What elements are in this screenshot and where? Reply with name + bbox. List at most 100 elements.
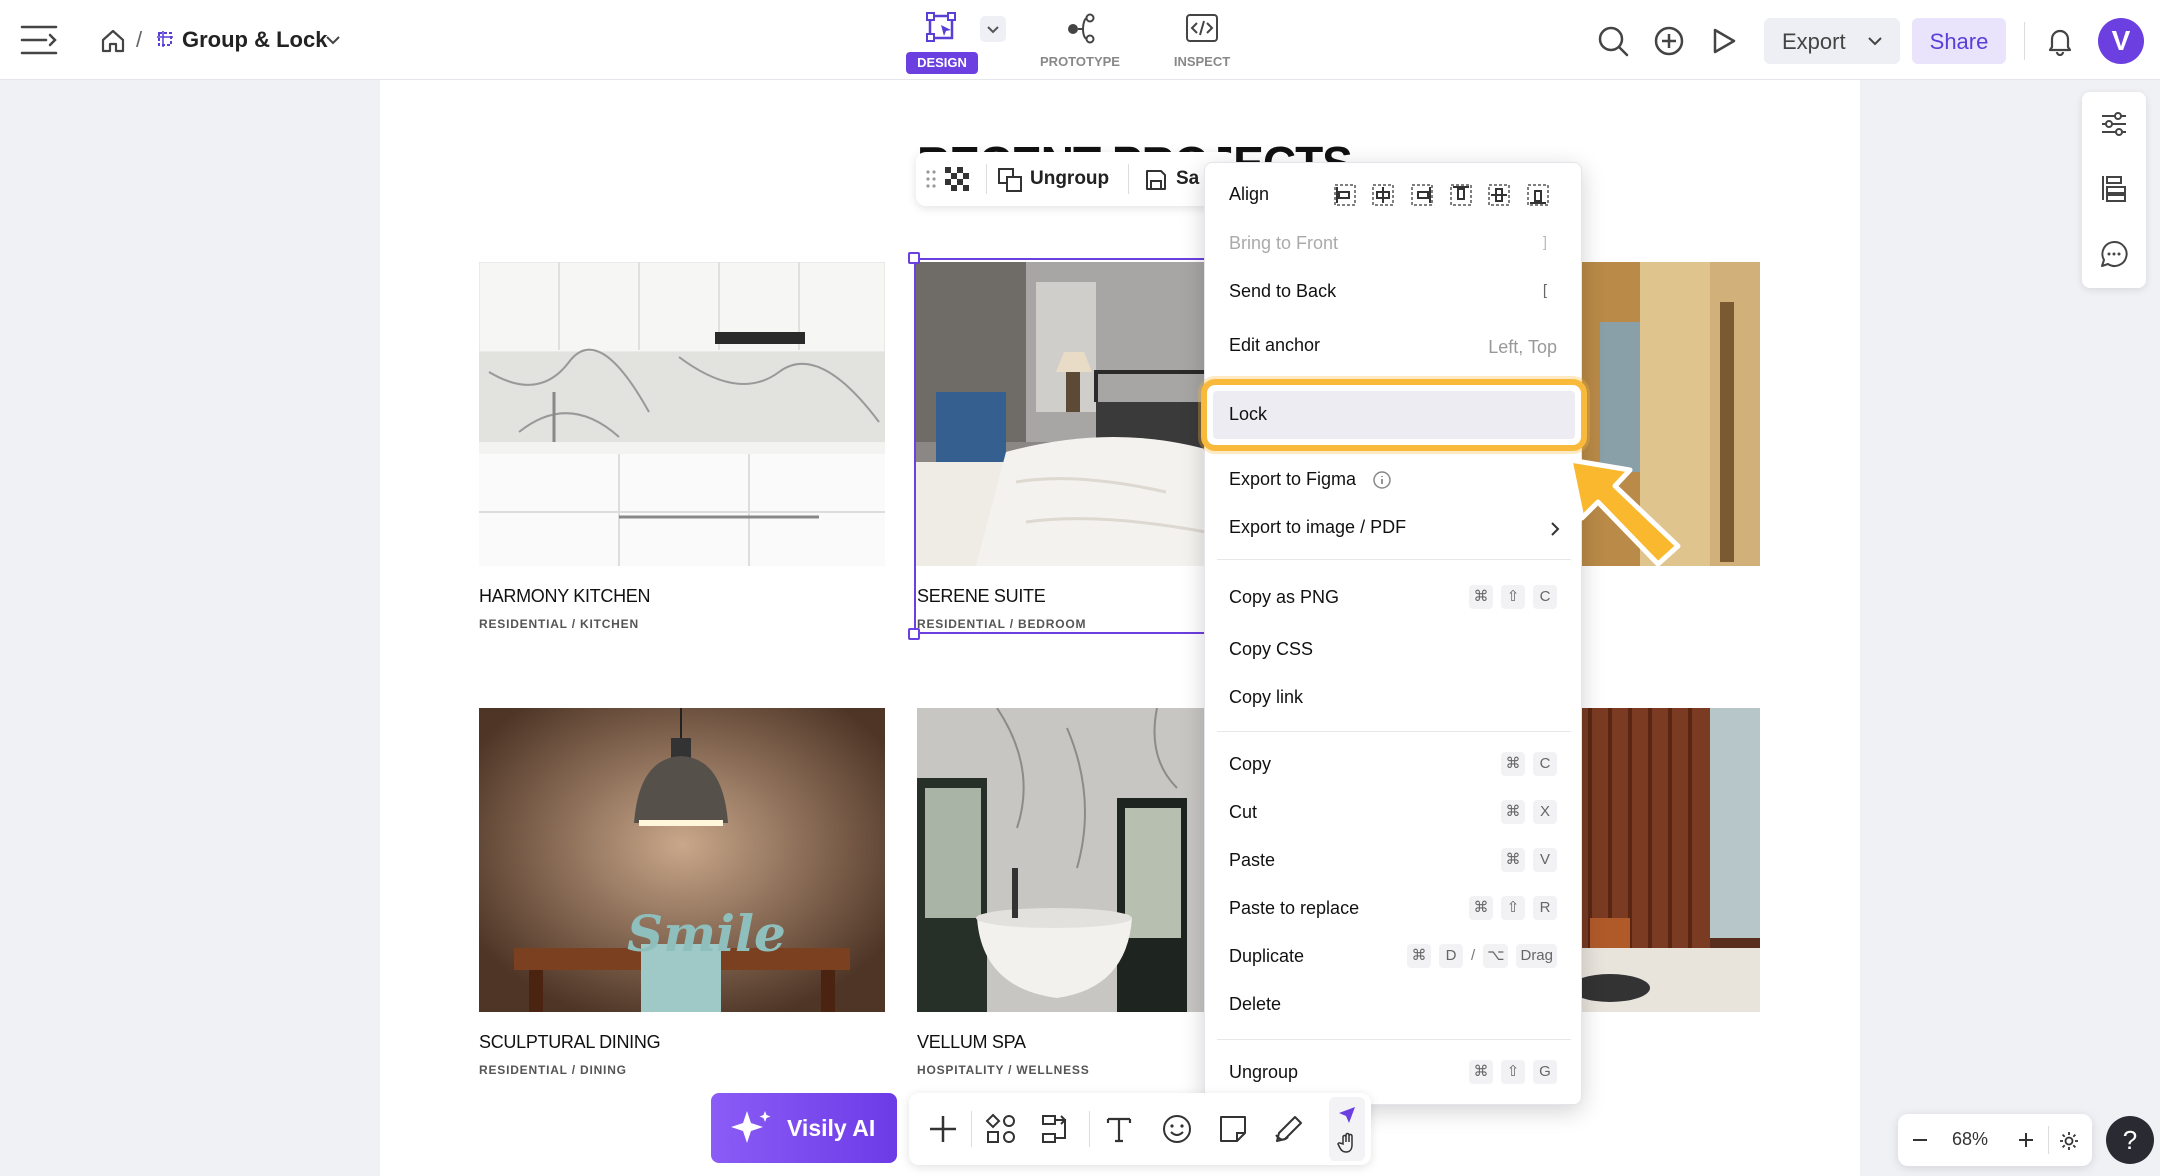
help-label: ?	[2122, 1125, 2138, 1155]
project-subtitle: RESIDENTIAL / DINING	[479, 1063, 627, 1077]
menu-item-lock[interactable]: Lock	[1213, 391, 1575, 439]
chevron-down-icon[interactable]	[322, 30, 344, 50]
bring-to-front-shortcut: ]	[1525, 231, 1557, 255]
divider	[2024, 22, 2025, 60]
play-icon[interactable]	[1706, 24, 1740, 58]
visily-ai-button[interactable]: Visily AI	[711, 1093, 897, 1163]
align-bottom-icon[interactable]	[1524, 181, 1552, 209]
menu-separator	[1217, 1039, 1571, 1040]
comment-icon[interactable]	[2098, 238, 2130, 270]
paste-replace-shortcut: ⌘ ⇧ R	[1461, 896, 1557, 920]
duplicate-shortcut: ⌘ D / ⌥ Drag	[1399, 944, 1557, 968]
living-image[interactable]	[1580, 708, 1760, 1012]
tab-design[interactable]: DESIGN	[906, 8, 978, 74]
shortcut-key: ⌘	[1469, 585, 1493, 609]
send-to-back-shortcut: [	[1525, 279, 1557, 303]
menu-item-edit-anchor[interactable]: Edit anchor	[1229, 335, 1320, 356]
align-middle-icon[interactable]	[1485, 181, 1513, 209]
zoom-in-icon[interactable]	[2014, 1128, 2038, 1152]
layers-icon[interactable]	[2098, 172, 2130, 204]
tab-inspect[interactable]: INSPECT	[1160, 8, 1244, 74]
selection-toolbar: Ungroup Sa	[916, 152, 1236, 206]
add-icon[interactable]	[1652, 24, 1686, 58]
shortcut-key: [	[1542, 282, 1548, 299]
selection-handle[interactable]	[908, 252, 920, 264]
spa-image[interactable]	[917, 708, 1217, 1012]
menu-item-export-figma[interactable]: Export to Figma	[1229, 469, 1356, 490]
avatar[interactable]: V	[2098, 18, 2144, 64]
menu-item-export-image[interactable]: Export to image / PDF	[1229, 517, 1406, 538]
text-icon[interactable]	[1101, 1111, 1137, 1147]
drag-handle-icon[interactable]	[924, 168, 938, 190]
cursor-icon[interactable]	[1335, 1103, 1359, 1127]
cut-shortcut: ⌘ X	[1493, 800, 1557, 824]
align-left-icon[interactable]	[1331, 181, 1359, 209]
align-top-icon[interactable]	[1447, 181, 1475, 209]
save-label: Sa	[1176, 168, 1200, 189]
menu-item-copy-css[interactable]: Copy CSS	[1229, 639, 1313, 660]
shortcut-key: V	[1533, 848, 1557, 872]
shortcut-key: ⇧	[1501, 1060, 1525, 1084]
menu-item-paste-replace[interactable]: Paste to replace	[1229, 898, 1359, 919]
frame-icon	[154, 28, 176, 50]
prototype-icon	[1062, 10, 1098, 46]
paste-shortcut: ⌘ V	[1493, 848, 1557, 872]
align-right-icon[interactable]	[1408, 181, 1436, 209]
shortcut-key: ⌘	[1501, 800, 1525, 824]
shortcut-key: G	[1533, 1060, 1557, 1084]
info-icon	[1371, 469, 1393, 491]
emoji-icon[interactable]	[1159, 1111, 1195, 1147]
sticky-note-icon[interactable]	[1215, 1111, 1251, 1147]
bell-icon[interactable]	[2044, 24, 2076, 58]
fill-icon[interactable]	[944, 166, 972, 194]
tab-inspect-label: INSPECT	[1173, 54, 1231, 69]
share-button[interactable]: Share	[1912, 18, 2006, 64]
shortcut-key: ⌘	[1407, 944, 1432, 968]
pointer-arrow-icon	[1560, 450, 1690, 570]
avatar-letter: V	[2111, 25, 2131, 56]
components-icon[interactable]	[983, 1111, 1019, 1147]
search-icon[interactable]	[1596, 24, 1630, 58]
add-icon[interactable]	[925, 1111, 961, 1147]
flow-icon[interactable]	[1039, 1111, 1075, 1147]
shortcut-key: ⌘	[1501, 848, 1525, 872]
menu-item-delete[interactable]: Delete	[1229, 994, 1281, 1015]
project-title: SCULPTURAL DINING	[479, 1032, 661, 1052]
menu-item-copy-link[interactable]: Copy link	[1229, 687, 1303, 708]
menu-item-duplicate[interactable]: Duplicate	[1229, 946, 1304, 967]
menu-item-ungroup[interactable]: Ungroup	[1229, 1062, 1298, 1083]
menu-icon[interactable]	[18, 20, 60, 60]
menu-item-cut[interactable]: Cut	[1229, 802, 1257, 823]
zoom-out-icon[interactable]	[1908, 1128, 1932, 1152]
dining-image[interactable]: Smile	[479, 708, 885, 1012]
tab-prototype-label: PROTOTYPE	[1040, 54, 1120, 69]
copy-shortcut: ⌘ C	[1493, 752, 1557, 776]
menu-item-copy[interactable]: Copy	[1229, 754, 1271, 775]
shortcut-key: R	[1533, 896, 1557, 920]
menu-item-copy-png[interactable]: Copy as PNG	[1229, 587, 1339, 608]
file-name[interactable]: Group & Lock	[182, 27, 327, 53]
design-dropdown-icon[interactable]	[980, 16, 1006, 42]
ungroup-shortcut: ⌘ ⇧ G	[1461, 1060, 1557, 1084]
kitchen-image[interactable]	[479, 262, 885, 566]
project-subtitle: RESIDENTIAL / BEDROOM	[917, 617, 1087, 631]
menu-item-send-to-back[interactable]: Send to Back	[1229, 281, 1336, 302]
settings-icon[interactable]	[2056, 1128, 2082, 1154]
copy-png-shortcut: ⌘ ⇧ C	[1461, 585, 1557, 609]
pen-icon[interactable]	[1271, 1111, 1307, 1147]
settings-sliders-icon[interactable]	[2098, 108, 2130, 140]
tab-prototype[interactable]: PROTOTYPE	[1030, 8, 1130, 74]
zoom-level[interactable]: 68%	[1952, 1129, 1988, 1150]
export-button[interactable]: Export	[1764, 18, 1900, 64]
home-icon[interactable]	[98, 26, 128, 56]
project-title: VELLUM SPA	[917, 1032, 1026, 1052]
menu-item-align: Align	[1229, 184, 1270, 204]
export-label: Export	[1782, 29, 1846, 54]
context-menu: Align Bring to Front ] Send to Back [ Ed…	[1201, 162, 1587, 1105]
align-center-icon[interactable]	[1369, 181, 1397, 209]
hand-icon[interactable]	[1335, 1131, 1359, 1155]
ungroup-button[interactable]: Ungroup	[996, 162, 1120, 196]
menu-item-paste[interactable]: Paste	[1229, 850, 1275, 871]
help-button[interactable]: ?	[2106, 1116, 2154, 1164]
code-icon	[1184, 10, 1220, 46]
